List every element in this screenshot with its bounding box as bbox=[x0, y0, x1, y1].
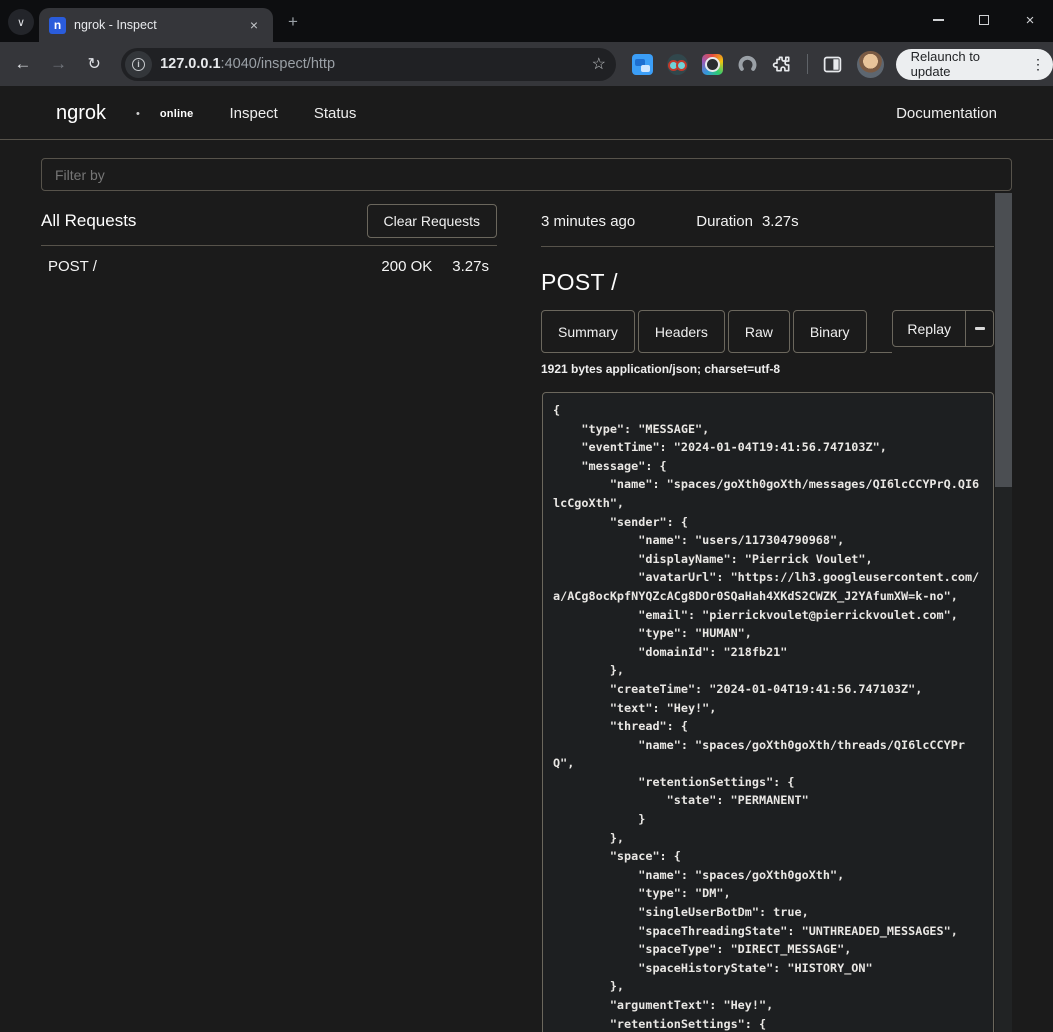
request-time-ago: 3 minutes ago bbox=[541, 213, 635, 230]
browser-window: ∨ n ngrok - Inspect × + × ← → ↻ i 127.0.… bbox=[0, 0, 1053, 1032]
minimize-button[interactable] bbox=[915, 0, 961, 40]
screenshot-extension-icon[interactable] bbox=[632, 54, 653, 75]
request-detail-panel: 3 minutes ago Duration 3.27s POST / Summ… bbox=[541, 196, 994, 376]
site-info-button[interactable]: i bbox=[125, 51, 152, 78]
detail-scrollbar[interactable] bbox=[995, 193, 1012, 1032]
relaunch-to-update-button[interactable]: Relaunch to update ⋮ bbox=[896, 49, 1053, 80]
replay-menu-icon bbox=[975, 327, 985, 330]
content-meta: 1921 bytes application/json; charset=utf… bbox=[541, 362, 994, 376]
status-dot-icon: • bbox=[136, 108, 140, 120]
relaunch-label: Relaunch to update bbox=[911, 49, 1022, 79]
lens-extension-icon[interactable] bbox=[702, 54, 723, 75]
address-bar[interactable]: i 127.0.0.1:4040/inspect/http ☆ bbox=[121, 48, 616, 81]
scrollbar-thumb[interactable] bbox=[995, 193, 1012, 487]
window-controls: × bbox=[915, 0, 1053, 40]
info-icon: i bbox=[132, 58, 145, 71]
requests-panel-title: All Requests bbox=[41, 211, 136, 231]
tabs-spacer bbox=[870, 310, 893, 353]
tab-search-button[interactable]: ∨ bbox=[8, 9, 34, 35]
json-body[interactable]: { "type": "MESSAGE", "eventTime": "2024-… bbox=[543, 393, 993, 1032]
side-panel-icon[interactable] bbox=[822, 54, 843, 75]
plus-icon: + bbox=[288, 12, 298, 32]
chevron-down-icon: ∨ bbox=[17, 16, 25, 29]
tab-raw[interactable]: Raw bbox=[728, 310, 790, 353]
duration-value: 3.27s bbox=[762, 213, 799, 230]
arc-extension-icon[interactable] bbox=[737, 54, 758, 75]
request-status: 200 OK bbox=[381, 258, 432, 275]
browser-tab[interactable]: n ngrok - Inspect × bbox=[39, 8, 273, 42]
browser-toolbar: ← → ↻ i 127.0.0.1:4040/inspect/http ☆ bbox=[0, 42, 1053, 86]
tab-close-icon[interactable]: × bbox=[245, 16, 263, 34]
extensions-puzzle-icon[interactable] bbox=[772, 54, 793, 75]
request-meta-row: 3 minutes ago Duration 3.27s bbox=[541, 196, 994, 247]
ngrok-favicon-icon: n bbox=[49, 17, 66, 34]
browser-menu-icon[interactable]: ⋮ bbox=[1031, 56, 1045, 73]
replay-options-button[interactable] bbox=[966, 310, 994, 347]
filter-input[interactable] bbox=[41, 158, 1012, 191]
request-row[interactable]: POST / 200 OK 3.27s bbox=[41, 246, 497, 287]
documentation-link[interactable]: Documentation bbox=[896, 105, 997, 122]
goggles-extension-icon[interactable] bbox=[667, 54, 688, 75]
forward-button[interactable]: → bbox=[44, 49, 74, 79]
request-title: POST / bbox=[541, 269, 994, 296]
maximize-icon bbox=[979, 15, 989, 25]
nav-status-link[interactable]: Status bbox=[314, 105, 357, 122]
bookmark-star-icon[interactable]: ☆ bbox=[592, 54, 606, 74]
duration-label: Duration bbox=[696, 213, 753, 230]
url-path: :4040/inspect/http bbox=[221, 56, 335, 72]
tab-title: ngrok - Inspect bbox=[74, 18, 237, 32]
replay-button[interactable]: Replay bbox=[892, 310, 966, 347]
clear-requests-button[interactable]: Clear Requests bbox=[367, 204, 498, 238]
site-header: ngrok • online Inspect Status Documentat… bbox=[0, 88, 1053, 140]
back-button[interactable]: ← bbox=[8, 49, 38, 79]
tab-binary[interactable]: Binary bbox=[793, 310, 867, 353]
detail-tabs: Summary Headers Raw Binary Replay bbox=[541, 310, 994, 353]
request-method-path: POST / bbox=[48, 258, 361, 275]
profile-avatar[interactable] bbox=[857, 51, 884, 78]
minimize-icon bbox=[933, 19, 944, 21]
replay-button-group: Replay bbox=[892, 310, 994, 347]
requests-panel-header: All Requests Clear Requests bbox=[41, 196, 497, 246]
extension-icons bbox=[632, 54, 793, 75]
reload-button[interactable]: ↻ bbox=[79, 49, 109, 79]
tab-strip: ∨ n ngrok - Inspect × + × bbox=[0, 0, 1053, 42]
toolbar-divider bbox=[807, 54, 808, 74]
tab-summary[interactable]: Summary bbox=[541, 310, 635, 353]
tunnel-status-badge: online bbox=[160, 108, 194, 120]
close-window-button[interactable]: × bbox=[1007, 0, 1053, 40]
request-duration: 3.27s bbox=[452, 258, 489, 275]
url-text: 127.0.0.1:4040/inspect/http bbox=[160, 56, 592, 72]
requests-panel: All Requests Clear Requests POST / 200 O… bbox=[41, 196, 497, 287]
ngrok-logo[interactable]: ngrok bbox=[56, 102, 106, 125]
nav-inspect-link[interactable]: Inspect bbox=[229, 105, 277, 122]
ngrok-inspect-page: ngrok • online Inspect Status Documentat… bbox=[0, 86, 1053, 1032]
url-host: 127.0.0.1 bbox=[160, 56, 220, 72]
maximize-button[interactable] bbox=[961, 0, 1007, 40]
new-tab-button[interactable]: + bbox=[283, 12, 303, 32]
tab-headers[interactable]: Headers bbox=[638, 310, 725, 353]
response-body-box: { "type": "MESSAGE", "eventTime": "2024-… bbox=[542, 392, 994, 1032]
